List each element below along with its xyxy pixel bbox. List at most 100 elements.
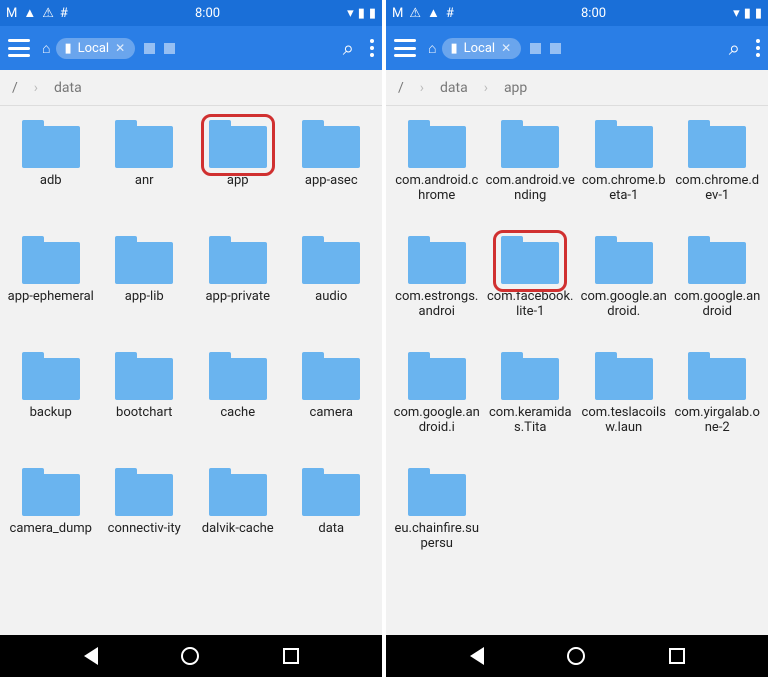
folder-item[interactable]: audio xyxy=(285,230,379,342)
menu-button[interactable] xyxy=(394,39,416,57)
folder-item[interactable]: data xyxy=(285,462,379,574)
home-button[interactable] xyxy=(181,647,199,665)
folder-item[interactable]: anr xyxy=(98,114,192,226)
chevron-right-icon: › xyxy=(484,80,488,96)
folder-icon xyxy=(209,120,267,168)
wifi-icon: ▾ xyxy=(733,7,740,20)
chevron-right-icon: › xyxy=(420,80,424,96)
overflow-menu[interactable] xyxy=(370,39,374,57)
folder-item[interactable]: com.google.android. xyxy=(577,230,671,342)
folder-icon xyxy=(115,120,173,168)
status-bar: M ▲ ⚠ # 8:00 ▾ ▮ ▮ xyxy=(0,0,382,26)
nav-bar xyxy=(386,635,768,677)
folder-label: camera_dump xyxy=(8,522,94,537)
bc-root[interactable]: / xyxy=(12,80,18,96)
folder-item[interactable]: app xyxy=(191,114,285,226)
bc-root[interactable]: / xyxy=(398,80,404,96)
back-button[interactable] xyxy=(84,647,98,665)
folder-item[interactable]: app-lib xyxy=(98,230,192,342)
folder-item[interactable]: com.android.chrome xyxy=(390,114,484,226)
folder-item[interactable]: app-ephemeral xyxy=(4,230,98,342)
folder-item[interactable]: cache xyxy=(191,346,285,458)
folder-item[interactable]: com.estrongs.androi xyxy=(390,230,484,342)
folder-item[interactable]: com.chrome.dev-1 xyxy=(671,114,765,226)
status-right: ▾ ▮ ▮ xyxy=(347,7,376,20)
status-time: 8:00 xyxy=(68,6,347,21)
battery-icon: ▮ xyxy=(369,7,376,20)
wifi-icon: ▾ xyxy=(347,7,354,20)
folder-label: backup xyxy=(28,406,74,421)
hash-icon: # xyxy=(446,7,454,20)
folder-item[interactable]: com.android.vending xyxy=(484,114,578,226)
folder-item[interactable]: app-private xyxy=(191,230,285,342)
window-icon-2[interactable] xyxy=(164,43,175,54)
back-button[interactable] xyxy=(470,647,484,665)
folder-label: com.google.android.i xyxy=(390,406,484,436)
folder-item[interactable]: com.google.android xyxy=(671,230,765,342)
menu-button[interactable] xyxy=(8,39,30,57)
folder-icon xyxy=(115,236,173,284)
folder-item[interactable]: com.google.android.i xyxy=(390,346,484,458)
folder-item[interactable]: eu.chainfire.supersu xyxy=(390,462,484,574)
breadcrumb[interactable]: / › data › app xyxy=(386,70,768,106)
home-icon[interactable]: ⌂ xyxy=(42,40,50,57)
folder-label: com.keramidas.Tita xyxy=(484,406,578,436)
location-chip[interactable]: ▮ Local ✕ xyxy=(56,38,135,59)
folder-icon xyxy=(408,352,466,400)
home-icon[interactable]: ⌂ xyxy=(428,40,436,57)
bc-data[interactable]: data xyxy=(440,80,468,96)
window-icon-2[interactable] xyxy=(550,43,561,54)
app-bar: ⌂ ▮ Local ✕ ⌕ xyxy=(0,26,382,70)
folder-icon xyxy=(22,120,80,168)
overflow-menu[interactable] xyxy=(756,39,760,57)
window-icon-1[interactable] xyxy=(530,43,541,54)
folder-label: eu.chainfire.supersu xyxy=(390,522,484,552)
search-icon[interactable]: ⌕ xyxy=(729,36,740,60)
folder-item[interactable]: com.yirgalab.one-2 xyxy=(671,346,765,458)
folder-item[interactable]: connectiv-ity xyxy=(98,462,192,574)
folder-label: data xyxy=(316,522,346,537)
folder-icon xyxy=(115,468,173,516)
status-bar: M ⚠ ▲ # 8:00 ▾ ▮ ▮ xyxy=(386,0,768,26)
app-bar: ⌂ ▮ Local ✕ ⌕ xyxy=(386,26,768,70)
battery-icon: ▮ xyxy=(755,7,762,20)
folder-icon xyxy=(688,236,746,284)
folder-item[interactable]: backup xyxy=(4,346,98,458)
folder-icon xyxy=(209,352,267,400)
folder-label: app-ephemeral xyxy=(6,290,96,305)
search-icon[interactable]: ⌕ xyxy=(343,36,354,60)
sim-icon: ▮ xyxy=(744,7,751,20)
recents-button[interactable] xyxy=(669,648,685,664)
folder-item[interactable]: com.keramidas.Tita xyxy=(484,346,578,458)
close-chip-icon[interactable]: ✕ xyxy=(501,41,511,55)
folder-item[interactable]: com.chrome.beta-1 xyxy=(577,114,671,226)
folder-item[interactable]: com.facebook.lite-1 xyxy=(484,230,578,342)
location-chip[interactable]: ▮ Local ✕ xyxy=(442,38,521,59)
folder-label: com.teslacoilsw.laun xyxy=(577,406,671,436)
folder-item[interactable]: com.teslacoilsw.laun xyxy=(577,346,671,458)
folder-label: dalvik-cache xyxy=(200,522,276,537)
folder-label: com.google.android xyxy=(671,290,765,320)
folder-item[interactable]: camera_dump xyxy=(4,462,98,574)
folder-item[interactable]: app-asec xyxy=(285,114,379,226)
gmail-icon: M xyxy=(392,7,403,20)
folder-item[interactable]: dalvik-cache xyxy=(191,462,285,574)
folder-icon xyxy=(209,236,267,284)
folder-icon xyxy=(115,352,173,400)
recents-button[interactable] xyxy=(283,648,299,664)
folder-icon xyxy=(22,236,80,284)
breadcrumb[interactable]: / › data xyxy=(0,70,382,106)
folder-item[interactable]: camera xyxy=(285,346,379,458)
bc-app[interactable]: app xyxy=(504,80,527,96)
folder-item[interactable]: adb xyxy=(4,114,98,226)
window-icon-1[interactable] xyxy=(144,43,155,54)
folder-item[interactable]: bootchart xyxy=(98,346,192,458)
folder-grid-left: adbanrappapp-asec app-ephemeralapp-libapp… xyxy=(0,106,382,635)
home-button[interactable] xyxy=(567,647,585,665)
warning-icon: ⚠ xyxy=(42,7,54,20)
nav-bar xyxy=(0,635,382,677)
bc-data[interactable]: data xyxy=(54,80,82,96)
close-chip-icon[interactable]: ✕ xyxy=(115,41,125,55)
gmail-icon: M xyxy=(6,7,17,20)
folder-icon xyxy=(302,352,360,400)
